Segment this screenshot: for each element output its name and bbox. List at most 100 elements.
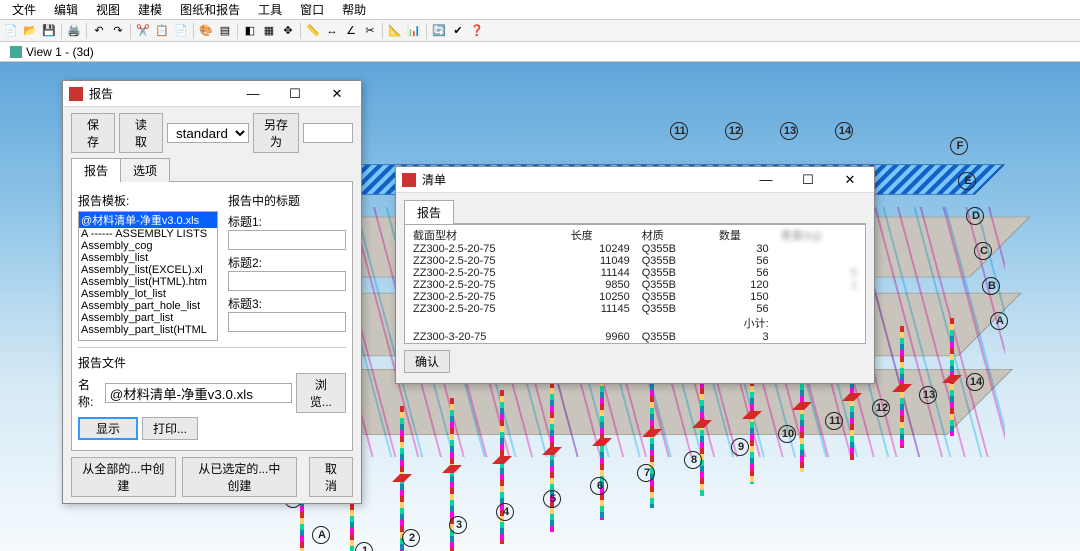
title2-field[interactable]	[228, 271, 346, 291]
tab-options[interactable]: 选项	[120, 158, 170, 182]
tb-viewplan-icon[interactable]: ▦	[260, 22, 278, 40]
tb-paste-icon[interactable]: 📄	[172, 22, 190, 40]
table-row[interactable]: ZZ300-2.5-20-7510250Q355B150	[407, 291, 863, 303]
ok-button[interactable]: 确认	[404, 350, 450, 373]
cancel-button[interactable]: 取消	[309, 457, 353, 497]
tb-color-icon[interactable]: 🎨	[197, 22, 215, 40]
report-dialog: 报告 ― ☐ ✕ 保存 读取 standard 另存为 报告 选项 报告模板: …	[62, 80, 362, 504]
table-row[interactable]: ZZ300-3-20-759960Q355B3	[407, 331, 863, 343]
save-button[interactable]: 保存	[71, 113, 115, 153]
table-row[interactable]: ZZ300-2.5-20-759850Q355B1201	[407, 279, 863, 291]
grid-number: 9	[731, 438, 749, 456]
create-from-selected-button[interactable]: 从已选定的...中创建	[182, 457, 297, 497]
menu-window[interactable]: 窗口	[292, 0, 332, 20]
tab-report[interactable]: 报告	[404, 200, 454, 224]
tb-dim-icon[interactable]: ↔	[323, 22, 341, 40]
tb-drawing-icon[interactable]: 📐	[386, 22, 404, 40]
tb-new-icon[interactable]: 📄	[2, 22, 20, 40]
grid-number: 11	[825, 412, 843, 430]
saveas-button[interactable]: 另存为	[253, 113, 299, 153]
create-from-all-button[interactable]: 从全部的...中创建	[71, 457, 176, 497]
view-3d-icon	[10, 46, 22, 58]
template-item[interactable]: A ------ ASSEMBLY LISTS	[79, 228, 217, 240]
grid-number: 12	[872, 399, 890, 417]
col-section: 截面型材	[407, 227, 565, 243]
tb-save-icon[interactable]: 💾	[40, 22, 58, 40]
browse-button[interactable]: 浏览...	[296, 373, 346, 413]
tb-clip-icon[interactable]: ✂	[361, 22, 379, 40]
name-field[interactable]	[105, 383, 292, 403]
maximize-button[interactable]: ☐	[277, 83, 313, 105]
tb-print-icon[interactable]: 🖨️	[65, 22, 83, 40]
template-item[interactable]: Assembly_list(HTML).htm	[79, 276, 217, 288]
template-item[interactable]: Assembly_cog	[79, 240, 217, 252]
minimize-button[interactable]: ―	[235, 83, 271, 105]
template-item[interactable]: Assembly_list(EXCEL).xl	[79, 264, 217, 276]
tb-cut-icon[interactable]: ✂️	[134, 22, 152, 40]
template-item[interactable]: Assembly_part_list(HTML	[79, 324, 217, 336]
grid-number: 2	[402, 529, 420, 547]
menu-view[interactable]: 视图	[88, 0, 128, 20]
tb-nav-icon[interactable]: ✥	[279, 22, 297, 40]
templates-listbox[interactable]: @材料清单-净重v3.0.xls A ------ ASSEMBLY LISTS…	[78, 211, 218, 341]
app-icon	[69, 87, 83, 101]
grid-number: 5	[543, 490, 561, 508]
tb-open-icon[interactable]: 📂	[21, 22, 39, 40]
minimize-button[interactable]: ―	[748, 169, 784, 191]
tb-measure-icon[interactable]: 📏	[304, 22, 322, 40]
template-item[interactable]: Assembly_list	[79, 252, 217, 264]
tb-undo-icon[interactable]: ↶	[90, 22, 108, 40]
menu-help[interactable]: 帮助	[334, 0, 374, 20]
table-row[interactable]: ZZ300-2.5-20-7511049Q355B56	[407, 255, 863, 267]
maximize-button[interactable]: ☐	[790, 169, 826, 191]
template-item[interactable]: Assembly_part_list	[79, 312, 217, 324]
grid-letter-right: A	[990, 312, 1008, 330]
grid-number-top: 13	[780, 122, 798, 140]
grid-number: 10	[778, 425, 796, 443]
grid-number: 6	[590, 477, 608, 495]
app-icon	[402, 173, 416, 187]
menu-model[interactable]: 建模	[130, 0, 170, 20]
tb-report-icon[interactable]: 📊	[405, 22, 423, 40]
subtotal-row: 小计:	[407, 315, 863, 331]
view-tabs: View 1 - (3d)	[0, 42, 1080, 62]
menu-drawings-reports[interactable]: 图纸和报告	[172, 0, 248, 20]
show-button[interactable]: 显示	[78, 417, 138, 440]
table-row[interactable]: ZZ300-2.5-20-7511145Q355B56	[407, 303, 863, 315]
title1-field[interactable]	[228, 230, 346, 250]
template-item[interactable]: Assembly_part_hole_list	[79, 300, 217, 312]
preset-select[interactable]: standard	[167, 123, 249, 143]
col-weight: 重量(kg)	[775, 227, 863, 243]
print-button[interactable]: 打印...	[142, 417, 198, 440]
load-button[interactable]: 读取	[119, 113, 163, 153]
saveas-field[interactable]	[303, 123, 353, 143]
grid-letter: A	[312, 526, 330, 544]
menu-edit[interactable]: 编辑	[46, 0, 86, 20]
close-button[interactable]: ✕	[319, 83, 355, 105]
tb-copy-icon[interactable]: 📋	[153, 22, 171, 40]
tb-layer-icon[interactable]: ▤	[216, 22, 234, 40]
table-row[interactable]: ZZ300-3-20-759559Q355B4	[407, 343, 863, 344]
list-dialog-titlebar[interactable]: 清单 ― ☐ ✕	[396, 167, 874, 193]
tb-check-icon[interactable]: ✔	[449, 22, 467, 40]
menu-file[interactable]: 文件	[4, 0, 44, 20]
list-table[interactable]: 截面型材 长度 材质 数量 重量(kg) ZZ300-2.5-20-751024…	[404, 224, 866, 344]
close-button[interactable]: ✕	[832, 169, 868, 191]
template-item[interactable]: Assembly_lot_list	[79, 288, 217, 300]
tb-angle-icon[interactable]: ∠	[342, 22, 360, 40]
template-item[interactable]: @材料清单-净重v3.0.xls	[79, 212, 217, 228]
grid-number: 4	[496, 503, 514, 521]
view-tab-1[interactable]: View 1 - (3d)	[2, 43, 102, 61]
grid-number: 13	[919, 386, 937, 404]
tab-report[interactable]: 报告	[71, 158, 121, 182]
tb-view3d-icon[interactable]: ◧	[241, 22, 259, 40]
tb-refresh-icon[interactable]: 🔄	[430, 22, 448, 40]
title3-field[interactable]	[228, 312, 346, 332]
table-row[interactable]: ZZ300-2.5-20-7510249Q355B30	[407, 243, 863, 255]
menu-tools[interactable]: 工具	[250, 0, 290, 20]
tb-redo-icon[interactable]: ↷	[109, 22, 127, 40]
report-dialog-titlebar[interactable]: 报告 ― ☐ ✕	[63, 81, 361, 107]
table-row[interactable]: ZZ300-2.5-20-7511144Q355B565	[407, 267, 863, 279]
grid-letter-right: B	[982, 277, 1000, 295]
tb-help-icon[interactable]: ❓	[468, 22, 486, 40]
